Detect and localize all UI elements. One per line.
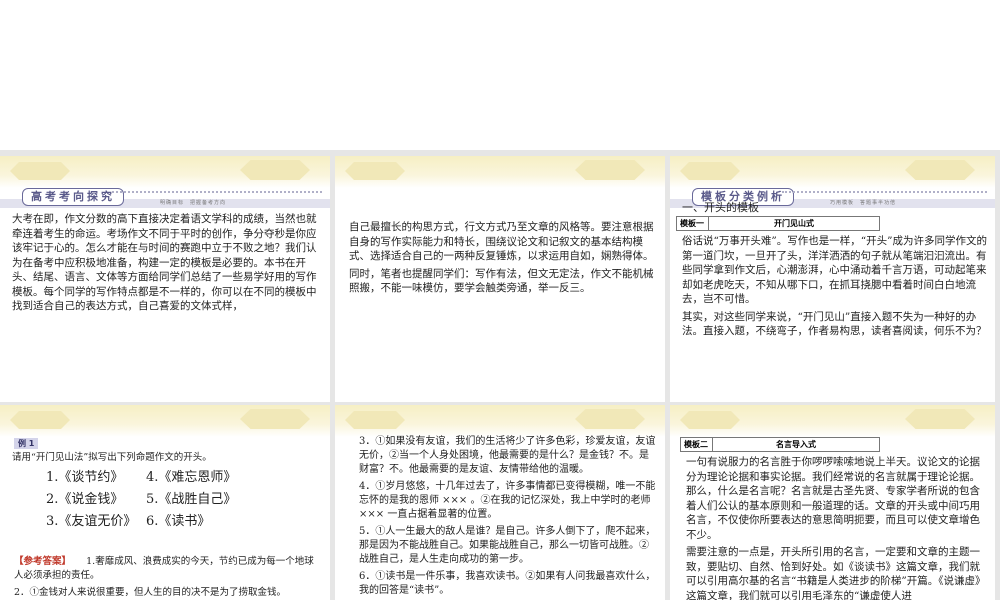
blank-area	[0, 0, 1000, 150]
section-heading: 一、开头的模板	[682, 201, 759, 214]
table-key: 模板一	[677, 217, 709, 230]
title-item: 4.《难忘恩师》	[146, 470, 237, 485]
table-key: 模板二	[681, 438, 713, 451]
answer-2: 2．①金钱对人来说很重要，但人生的目的决不是为了捞取金钱。	[14, 587, 287, 598]
title-item: 3.《友谊无价》	[46, 514, 137, 529]
slide-3[interactable]: 模板分类例析 巧用模板 答题事半功倍 一、开头的模板 模板一 开门见山式 俗话说“万…	[670, 156, 995, 402]
title-item: 2.《说金钱》	[46, 492, 124, 507]
banner-subtitle: 巧用模板 答题事半功倍	[830, 200, 897, 206]
title-item: 1.《谈节约》	[46, 470, 124, 485]
answer-4: 4．①岁月悠悠，十几年过去了，许多事情都已变得模糊，唯一不能忘怀的是我的恩师 ×…	[359, 481, 656, 520]
answer-6: 6．①读书是一件乐事，我喜欢读书。②如果有人问我最喜欢什么，我的回答是“读书”。	[359, 571, 656, 596]
example-badge: 例 1	[14, 438, 39, 449]
slide-5[interactable]: 3．①如果没有友谊，我们的生活将少了许多色彩，珍爱友谊，友谊无价，②当一个人身处…	[335, 405, 665, 600]
paragraph: 其实，对这些同学来说，“开门见山”直接入题不失为一种好的办法。直接入题，不绕弯子…	[682, 310, 987, 338]
paragraph: 一句有说服力的名言胜于你啰啰嗦嗦地说上半天。议论文的论据分为理论论据和事实论据。…	[686, 456, 980, 541]
hex-decoration	[335, 156, 665, 188]
hex-decoration	[670, 405, 995, 437]
answer-5: 5．①人一生最大的敌人是谁？是自己。许多人倒下了，爬不起来，那是因为不能战胜自己…	[359, 526, 656, 565]
hex-decoration	[335, 405, 665, 437]
table-value: 名言导入式	[776, 440, 816, 449]
slide-1[interactable]: 高考考向探究明确目标 把握备考方向 大考在即，作文分数的高下直接决定着语文学科的…	[0, 156, 330, 402]
template-table: 模板一 开门见山式	[676, 216, 880, 231]
slide-2[interactable]: 自己最擅长的构思方式，行文方式乃至文章的风格等。要注意根据自身的写作实际能力和特…	[335, 156, 665, 402]
title-item: 6.《读书》	[146, 514, 211, 529]
template-table: 模板二 名言导入式	[680, 437, 880, 452]
hex-decoration	[0, 405, 330, 437]
prompt: 请用“开门见山法”拟写出下列命题作文的开头。	[12, 452, 212, 463]
answer-3: 3．①如果没有友谊，我们的生活将少了许多色彩，珍爱友谊，友谊无价，②当一个人身处…	[359, 436, 656, 475]
hex-decoration	[0, 156, 330, 188]
answer-label: 【参考答案】	[14, 556, 72, 567]
paragraph: 俗话说“万事开头难”。写作也是一样，“开头”成为许多同学作文的第一道门坎，一旦开…	[682, 235, 987, 305]
slide-grid: 高考考向探究明确目标 把握备考方向 大考在即，作文分数的高下直接决定着语文学科的…	[0, 150, 1000, 600]
intro-text: 大考在即，作文分数的高下直接决定着语文学科的成绩，当然也就牵连着考生的命运。考场…	[12, 213, 317, 312]
paragraph: 需要注意的一点是，开头所引用的名言，一定要和文章的主题一致，要贴切、自然、恰到好…	[686, 546, 986, 600]
table-value: 开门见山式	[774, 219, 814, 228]
slide-6[interactable]: 模板二 名言导入式 一句有说服力的名言胜于你啰啰嗦嗦地说上半天。议论文的论据分为理…	[670, 405, 995, 600]
section-banner: 高考考向探究明确目标 把握备考方向	[0, 188, 330, 208]
paragraph: 同时，笔者也提醒同学们：写作有法，但文无定法，作文不能机械照搬，不能一味模仿，要…	[349, 267, 654, 295]
hex-decoration	[670, 156, 995, 188]
paragraph: 自己最擅长的构思方式，行文方式乃至文章的风格等。要注意根据自身的写作实际能力和特…	[349, 221, 654, 262]
slide-4[interactable]: 例 1 请用“开门见山法”拟写出下列命题作文的开头。 1.《谈节约》 4.《难忘恩…	[0, 405, 330, 600]
title-item: 5.《战胜自己》	[146, 492, 237, 507]
banner-title: 高考考向探究	[22, 188, 124, 206]
banner-subtitle: 明确目标 把握备考方向	[160, 200, 227, 206]
title-list: 1.《谈节约》 4.《难忘恩师》 2.《说金钱》 5.《战胜自己》 3.《友谊无价》…	[46, 467, 256, 533]
